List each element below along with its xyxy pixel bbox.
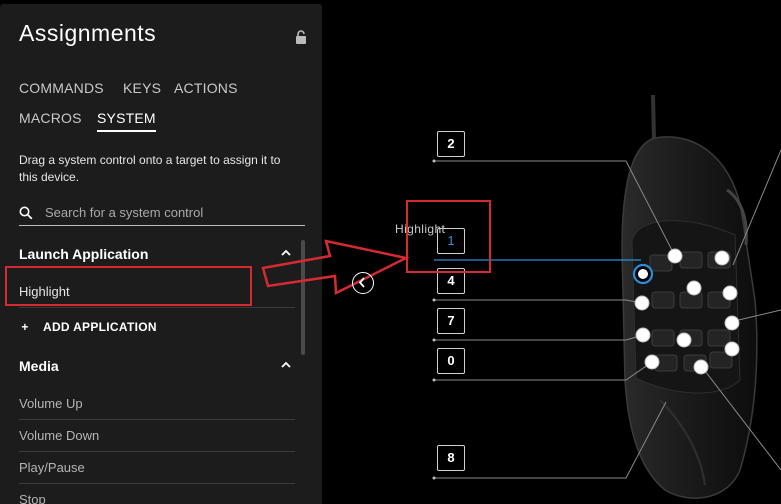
button-label-7[interactable]: 7 [437, 308, 465, 334]
annotation-target-box [406, 200, 491, 273]
arrow-annotation [261, 239, 410, 295]
mouse-diagram [261, 94, 781, 499]
collapse-panel-button[interactable] [352, 272, 374, 294]
button-label-2[interactable]: 2 [437, 131, 465, 157]
mouse-cable [651, 94, 656, 141]
active-button-marker-core [638, 269, 648, 279]
button-label-0[interactable]: 0 [437, 348, 465, 374]
button-label-8[interactable]: 8 [437, 445, 465, 471]
chevron-left-icon [358, 277, 365, 288]
